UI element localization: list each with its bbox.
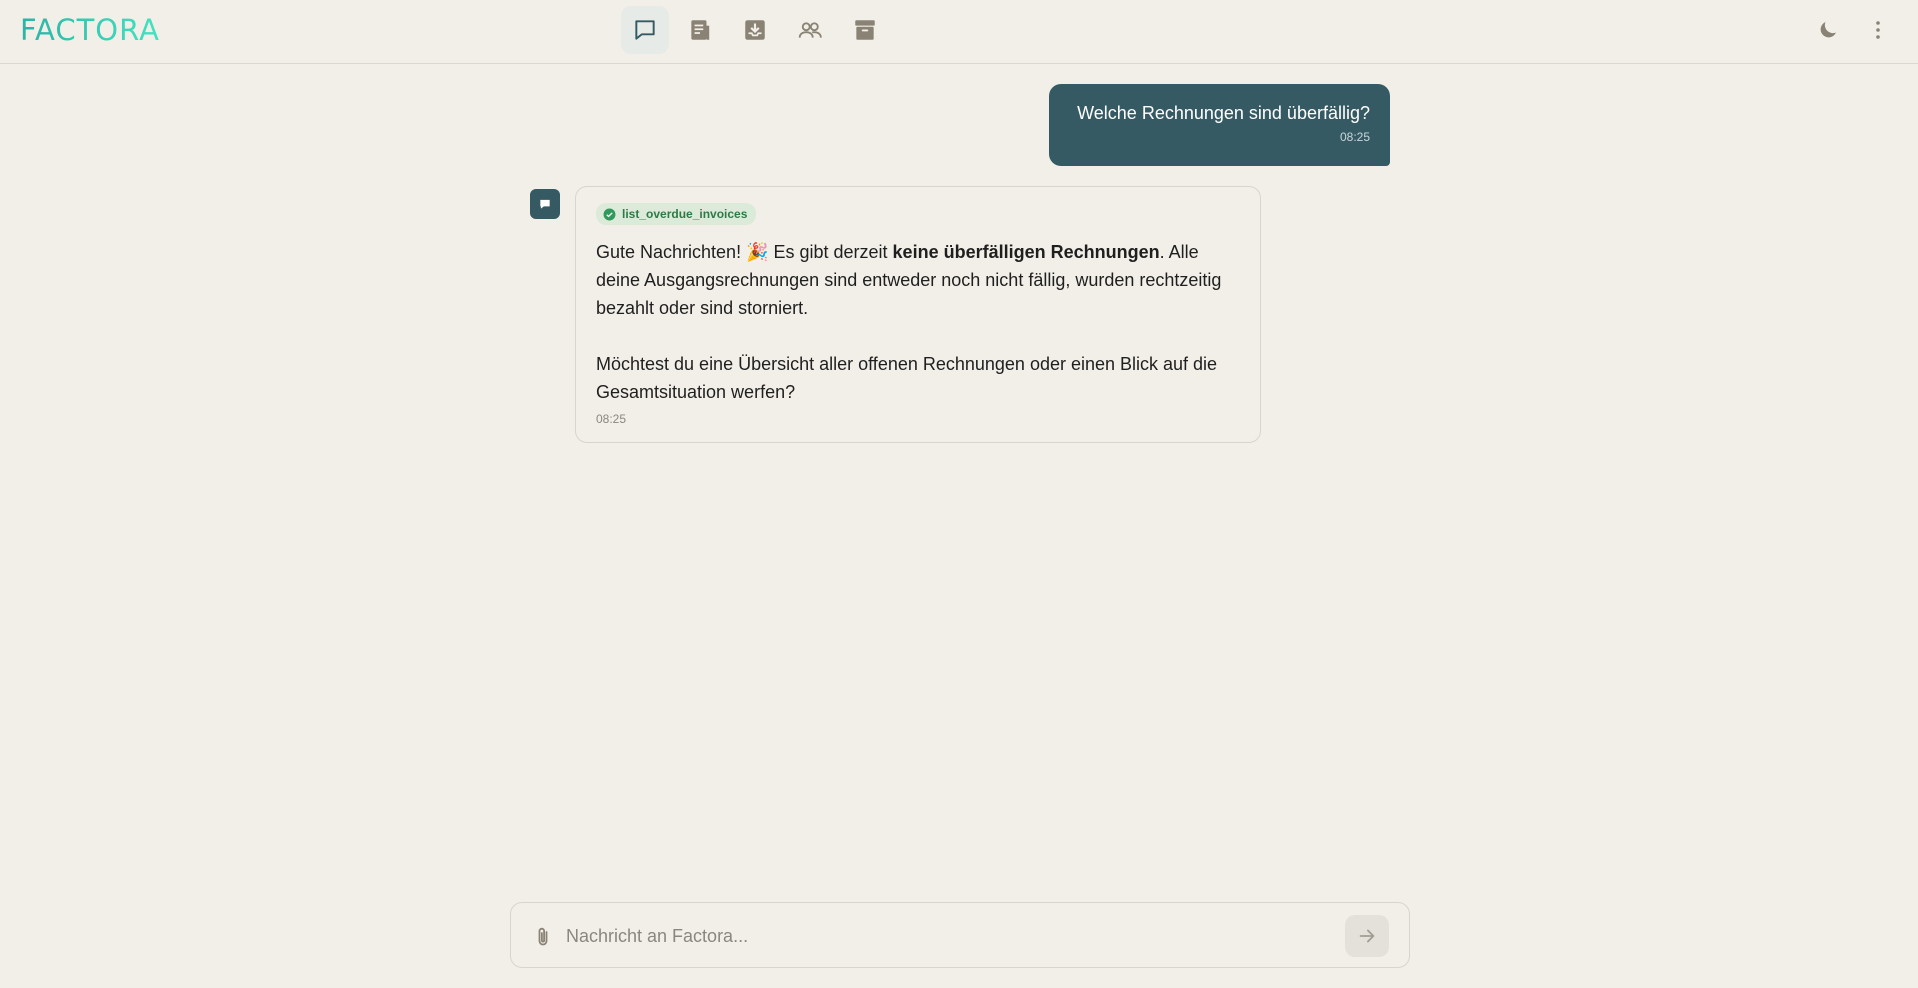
arrow-right-icon: [1359, 929, 1375, 943]
assistant-message-text: Gute Nachrichten! 🎉 Es gibt derzeit kein…: [596, 238, 1240, 406]
archive-box-icon: [855, 20, 875, 40]
moon-icon: [1820, 22, 1836, 38]
chat-bubble-icon: [540, 199, 550, 209]
tool-call-badge: list_overdue_invoices: [596, 203, 757, 225]
user-message: Welche Rechnungen sind überfällig? 08:25: [1049, 84, 1390, 166]
user-message-text: Welche Rechnungen sind überfällig?: [1077, 103, 1370, 123]
receipt-icon: [691, 20, 710, 40]
paragraph-bold-text: keine überfälligen Rechnungen: [892, 241, 1160, 262]
tool-call-name: list_overdue_invoices: [622, 207, 748, 221]
assistant-paragraph-2: Möchtest du eine Übersicht aller offenen…: [596, 353, 1218, 402]
assistant-avatar: [530, 189, 560, 219]
theme-toggle-button[interactable]: [1812, 14, 1844, 46]
nav-contacts-button[interactable]: [786, 6, 834, 54]
users-icon: [798, 22, 822, 38]
assistant-message-time: 08:25: [596, 411, 627, 426]
nav-archive-button[interactable]: [841, 6, 889, 54]
assistant-message: list_overdue_invoices Gute Nachrichten! …: [575, 186, 1261, 443]
nav-chat-button[interactable]: [621, 6, 669, 54]
message-composer: [510, 902, 1410, 968]
inbox-download-icon: [745, 20, 765, 40]
nav-invoices-button[interactable]: [676, 6, 724, 54]
user-message-time: 08:25: [1339, 130, 1370, 144]
attach-button[interactable]: [531, 925, 555, 949]
message-input[interactable]: [566, 921, 1346, 951]
main-nav: [621, 6, 889, 54]
factora-logo[interactable]: FACTORA: [20, 13, 160, 47]
send-button[interactable]: [1345, 915, 1389, 957]
paperclip-icon: [538, 927, 548, 946]
more-vertical-icon: [1876, 21, 1880, 39]
header-actions: [1812, 14, 1894, 46]
assistant-paragraph-1: Gute Nachrichten! 🎉 Es gibt derzeit kein…: [596, 238, 1240, 322]
paragraph-text: Gute Nachrichten! 🎉 Es gibt derzeit: [596, 241, 893, 262]
check-circle-icon: [603, 208, 616, 220]
nav-inbox-button[interactable]: [731, 6, 779, 54]
chat-bubble-icon: [635, 20, 655, 40]
more-menu-button[interactable]: [1862, 14, 1894, 46]
top-bar: FACTORA: [0, 0, 1918, 64]
